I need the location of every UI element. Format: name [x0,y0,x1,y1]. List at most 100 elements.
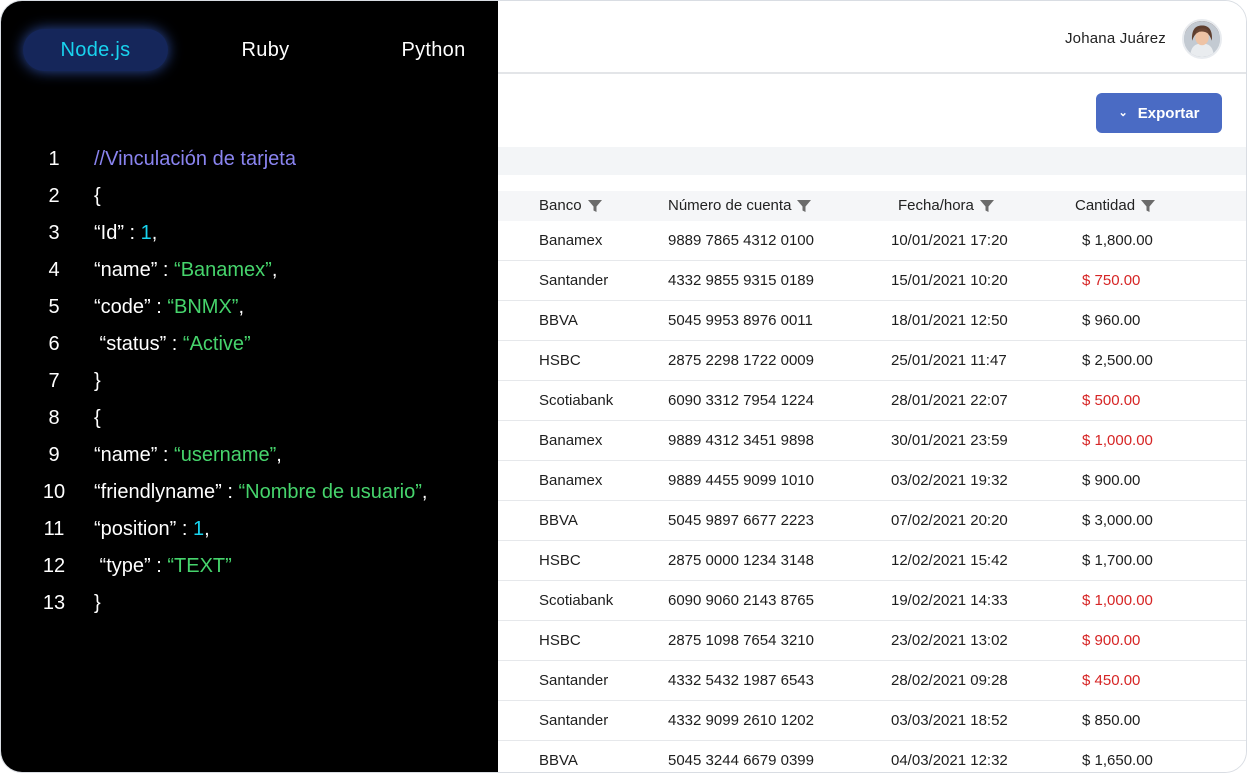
bank-cell: Scotiabank [539,392,614,409]
table-row[interactable]: HSBC 2875 2298 1722 0009 25/01/2021 11:47 $… [498,341,1246,381]
bank-cell: Banamex [539,472,603,489]
account-cell: 4332 9099 2610 1202 [668,712,814,729]
table-row[interactable]: Banamex 9889 4455 9099 1010 03/02/2021 19:… [498,461,1246,501]
code-text: } [94,592,101,615]
line-number: 12 [42,555,66,577]
tab-ruby[interactable]: Ruby [193,29,338,71]
line-number: 5 [48,296,60,318]
code-text: { [94,407,101,430]
filter-icon[interactable] [1141,199,1156,213]
column-header-account[interactable]: Número de cuenta [668,197,812,214]
table-row[interactable]: Scotiabank 6090 3312 7954 1224 28/01/2021 … [498,381,1246,421]
code-line: 4 “name” : “Banamex”, [1,254,498,291]
amount-cell: $ 2,500.00 [1082,352,1153,369]
code-token-plain: “friendlyname” : [94,481,239,503]
bank-cell: Banamex [539,232,603,249]
transactions-panel: Johana Juárez ⌄ Exportar Banco Número de… [498,1,1246,772]
account-cell: 9889 4455 9099 1010 [668,472,814,489]
table-row[interactable]: BBVA 5045 9953 8976 0011 18/01/2021 12:50 $… [498,301,1246,341]
table-row[interactable]: Santander 4332 5432 1987 6543 28/02/2021 0… [498,661,1246,701]
table-row[interactable]: HSBC 2875 1098 7654 3210 23/02/2021 13:02 $… [498,621,1246,661]
code-line: 12 “type” : “TEXT” [1,550,498,587]
datetime-cell: 03/02/2021 19:32 [891,472,1008,489]
filter-icon[interactable] [797,199,812,213]
code-text: “Id” : 1, [94,222,157,245]
column-header-datetime[interactable]: Fecha/hora [898,197,994,214]
amount-cell: $ 450.00 [1082,672,1141,689]
bank-cell: Santander [539,272,609,289]
datetime-cell: 28/02/2021 09:28 [891,672,1008,689]
amount-cell: $ 900.00 [1082,472,1141,489]
datetime-cell: 12/02/2021 15:42 [891,552,1008,569]
code-token-num: 1 [140,222,152,244]
code-token-plain: , [276,444,282,466]
account-cell: 2875 1098 7654 3210 [668,632,814,649]
code-token-str: “username” [174,444,277,466]
table-header: Banco Número de cuenta Fecha/hora Cantid… [498,191,1246,221]
column-header-label: Fecha/hora [898,197,974,214]
filter-band [498,147,1246,175]
table-row[interactable]: Banamex 9889 7865 4312 0100 10/01/2021 17:… [498,221,1246,261]
code-token-str: “TEXT” [167,555,232,577]
code-text: “friendlyname” : “Nombre de usuario”, [94,481,427,504]
code-token-plain: { [94,185,101,207]
line-number: 10 [42,481,66,503]
table-row[interactable]: HSBC 2875 0000 1234 3148 12/02/2021 15:42 $… [498,541,1246,581]
code-line: 6 “status” : “Active” [1,328,498,365]
line-number: 8 [48,407,60,429]
amount-cell: $ 1,650.00 [1082,752,1153,769]
line-number: 11 [43,518,65,540]
table-row[interactable]: Santander 4332 9099 2610 1202 03/03/2021 1… [498,701,1246,741]
table-row[interactable]: Scotiabank 6090 9060 2143 8765 19/02/2021 … [498,581,1246,621]
amount-cell: $ 1,700.00 [1082,552,1153,569]
amount-cell: $ 3,000.00 [1082,512,1153,529]
code-text: { [94,185,101,208]
datetime-cell: 03/03/2021 18:52 [891,712,1008,729]
table-row[interactable]: BBVA 5045 9897 6677 2223 07/02/2021 20:20 $… [498,501,1246,541]
table-row[interactable]: Banamex 9889 4312 3451 9898 30/01/2021 23:… [498,421,1246,461]
datetime-cell: 15/01/2021 10:20 [891,272,1008,289]
datetime-cell: 04/03/2021 12:32 [891,752,1008,769]
table-row[interactable]: BBVA 5045 3244 6679 0399 04/03/2021 12:32 $… [498,741,1246,772]
amount-cell: $ 1,800.00 [1082,232,1153,249]
code-token-plain: , [271,259,278,281]
top-bar: Johana Juárez [498,1,1246,74]
line-number: 7 [48,370,60,392]
code-text: } [94,370,101,393]
column-header-bank[interactable]: Banco [539,197,602,214]
account-cell: 5045 9897 6677 2223 [668,512,814,529]
bank-cell: HSBC [539,632,581,649]
code-text: “status” : “Active” [94,333,251,356]
code-line: 11 “position” : 1, [1,513,498,550]
bank-cell: HSBC [539,552,581,569]
filter-icon[interactable] [979,199,994,213]
export-button-label: Exportar [1137,104,1200,122]
code-token-plain: , [238,296,245,318]
account-cell: 5045 9953 8976 0011 [668,312,813,329]
line-number: 9 [48,444,60,466]
bank-cell: Scotiabank [539,592,614,609]
bank-cell: BBVA [539,312,578,329]
account-cell: 2875 2298 1722 0009 [668,352,814,369]
account-cell: 9889 4312 3451 9898 [668,432,814,449]
account-cell: 4332 9855 9315 0189 [668,272,814,289]
code-token-str: “BNMX” [167,296,239,318]
bank-cell: Santander [539,712,609,729]
column-header-label: Número de cuenta [668,197,792,214]
code-text: “name” : “username”, [94,444,282,467]
line-number: 2 [48,185,60,207]
column-header-label: Banco [539,197,582,214]
export-button[interactable]: ⌄ Exportar [1096,93,1222,133]
column-header-amount[interactable]: Cantidad [1075,197,1156,214]
tab-python[interactable]: Python [361,29,506,71]
amount-cell: $ 1,000.00 [1082,432,1153,449]
bank-cell: BBVA [539,752,578,769]
amount-cell: $ 1,000.00 [1082,592,1153,609]
account-cell: 9889 7865 4312 0100 [668,232,814,249]
tab-nodejs[interactable]: Node.js [23,29,168,71]
avatar[interactable] [1182,19,1222,59]
filter-icon[interactable] [587,199,602,213]
amount-cell: $ 500.00 [1082,392,1141,409]
table-row[interactable]: Santander 4332 9855 9315 0189 15/01/2021 1… [498,261,1246,301]
datetime-cell: 28/01/2021 22:07 [891,392,1008,409]
